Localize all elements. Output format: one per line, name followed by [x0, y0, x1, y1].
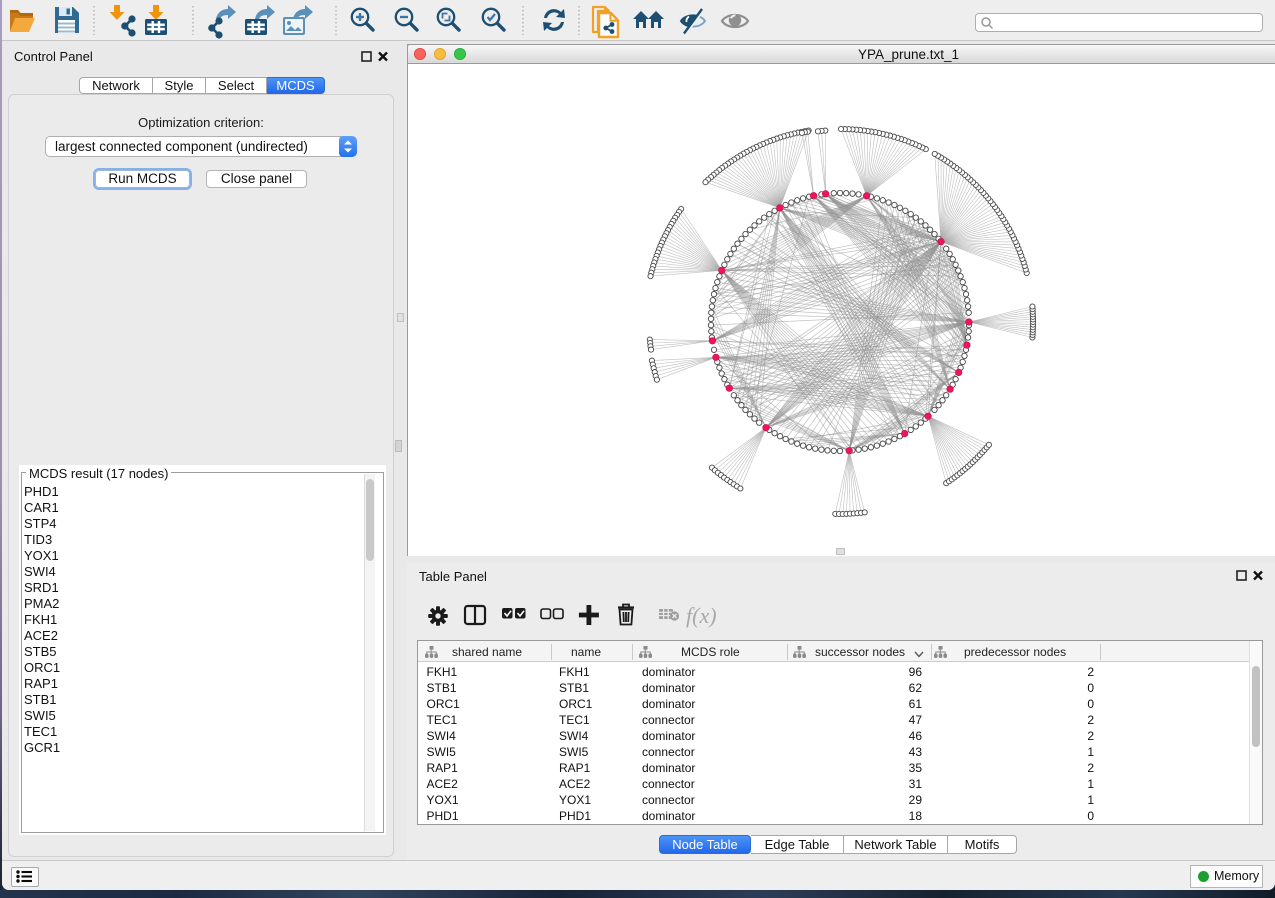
svg-text:f(x): f(x)	[686, 603, 717, 628]
